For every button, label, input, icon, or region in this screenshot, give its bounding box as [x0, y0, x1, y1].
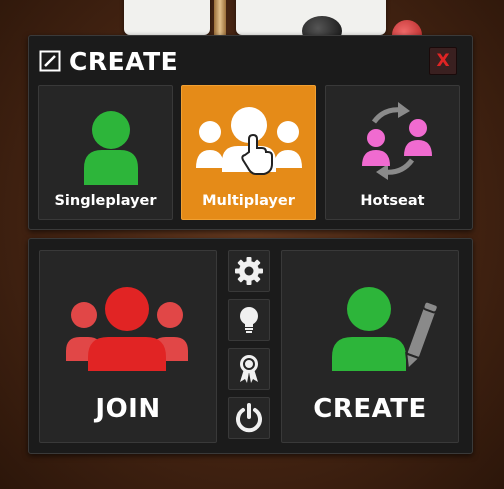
create-button[interactable]: CREATE	[281, 250, 459, 443]
background-card-left	[124, 0, 210, 35]
join-button[interactable]: JOIN	[39, 250, 217, 443]
quit-button[interactable]	[228, 397, 270, 439]
create-panel: CREATE X Singleplayer Multiplayer Hotsea…	[28, 35, 473, 230]
mode-multiplayer-label: Multiplayer	[202, 193, 295, 209]
join-label: JOIN	[95, 394, 161, 424]
mode-multiplayer-button[interactable]: Multiplayer	[181, 85, 316, 220]
gear-icon	[235, 257, 263, 285]
mode-singleplayer-label: Singleplayer	[54, 193, 157, 209]
settings-button[interactable]	[228, 250, 270, 292]
background-cue-stick	[214, 0, 226, 36]
multi-user-icon	[196, 107, 302, 175]
lightbulb-icon	[240, 307, 258, 333]
create-label: CREATE	[313, 394, 427, 424]
mode-hotseat-label: Hotseat	[360, 193, 425, 209]
mode-singleplayer-button[interactable]: Singleplayer	[38, 85, 173, 220]
mode-hotseat-button[interactable]: Hotseat	[325, 85, 460, 220]
award-ribbon-icon	[240, 355, 258, 383]
tips-button[interactable]	[228, 299, 270, 341]
create-user-icon	[332, 287, 439, 372]
achievements-button[interactable]	[228, 348, 270, 390]
edit-icon	[39, 50, 61, 72]
group-users-icon	[66, 287, 188, 371]
power-icon	[236, 403, 262, 433]
single-user-icon	[84, 111, 138, 185]
hotseat-swap-icon	[362, 102, 432, 180]
page-title: CREATE	[69, 46, 179, 76]
create-title-bar: CREATE	[39, 46, 178, 76]
close-button[interactable]: X	[429, 47, 457, 75]
main-menu-panel: JOIN CREATE	[28, 238, 473, 454]
close-icon: X	[436, 51, 450, 71]
